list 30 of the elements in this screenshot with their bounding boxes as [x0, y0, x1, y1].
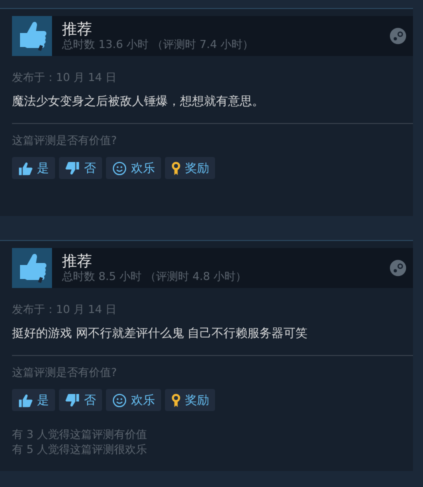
yes-button[interactable]: 是	[12, 157, 55, 179]
recommendation-title: 推荐	[62, 20, 93, 38]
no-button[interactable]: 否	[59, 389, 102, 411]
helpful-question: 这篇评测是否有价值?	[12, 366, 118, 380]
thumbs-down-icon	[65, 392, 80, 408]
review-text: 挺好的游戏 网不行就差评什么鬼 自己不行赖服务器可笑	[12, 325, 309, 341]
thumbs-up-icon	[18, 392, 33, 408]
vote-count-text: 有 5 人觉得这篇评测很欢乐	[12, 442, 148, 457]
post-date: 发布于：10 月 14 日	[12, 303, 118, 317]
steam-logo-icon	[389, 259, 407, 277]
award-ribbon-icon	[171, 392, 181, 408]
award-button[interactable]: 奖励	[165, 157, 215, 179]
smiley-icon	[112, 160, 127, 176]
helpful-question: 这篇评测是否有价值?	[12, 134, 118, 148]
award-ribbon-icon	[171, 160, 181, 176]
smiley-icon	[112, 392, 127, 408]
funny-button[interactable]: 欢乐	[106, 389, 161, 411]
steam-logo-icon	[389, 27, 407, 45]
review-text: 魔法少女变身之后被敌人锤爆，想想就有意思。	[12, 93, 265, 109]
recommendation-title: 推荐	[62, 252, 93, 270]
vote-count-text: 有 3 人觉得这篇评测有价值	[12, 427, 148, 442]
yes-button[interactable]: 是	[12, 389, 55, 411]
no-button[interactable]: 否	[59, 157, 102, 179]
thumbs-up-icon	[18, 160, 33, 176]
funny-button[interactable]: 欢乐	[106, 157, 161, 179]
playtime-text: 总时数 13.6 小时 （评测时 7.4 小时）	[62, 38, 254, 52]
thumbs-down-icon	[65, 160, 80, 176]
playtime-text: 总时数 8.5 小时 （评测时 4.8 小时）	[62, 270, 248, 284]
post-date: 发布于：10 月 14 日	[12, 71, 118, 85]
award-button[interactable]: 奖励	[165, 389, 215, 411]
